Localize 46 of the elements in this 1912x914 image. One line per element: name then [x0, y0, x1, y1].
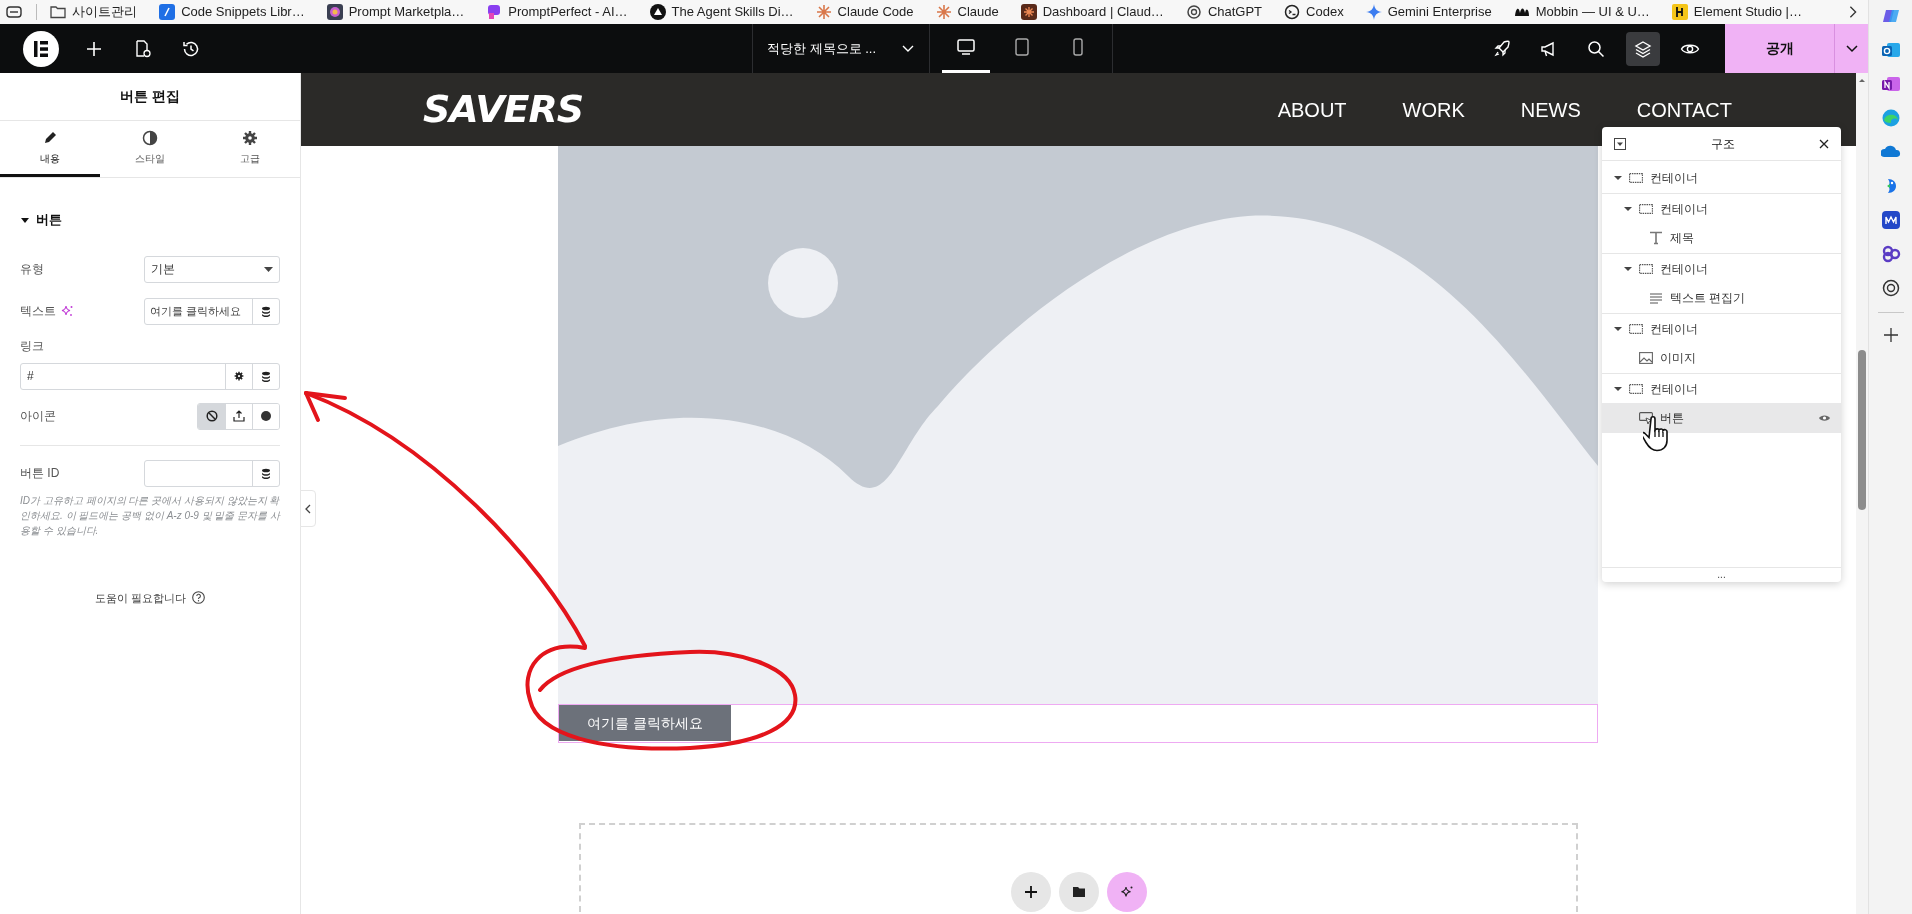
- structure-item[interactable]: 컨테이너: [1602, 253, 1841, 283]
- bookmark[interactable]: Claude: [935, 2, 999, 22]
- bookmark[interactable]: Codex: [1284, 2, 1344, 22]
- panel-tab[interactable]: 스타일: [100, 121, 200, 177]
- field-label: 텍스트: [20, 303, 56, 320]
- nav-link[interactable]: NEWS: [1520, 94, 1581, 125]
- panel-title: 버튼 편집: [0, 73, 300, 121]
- publish-button[interactable]: 공개: [1725, 24, 1834, 73]
- text-input-field[interactable]: 여기를 클릭하세요: [144, 297, 280, 325]
- section-header[interactable]: 버튼: [20, 210, 280, 230]
- more-handle[interactable]: ...: [1602, 567, 1841, 582]
- nav-link[interactable]: CONTACT: [1636, 94, 1732, 125]
- structure-item[interactable]: 제목: [1602, 223, 1841, 253]
- nav-link[interactable]: ABOUT: [1277, 94, 1347, 125]
- bookmark[interactable]: Claude Code: [815, 2, 914, 22]
- bookmark[interactable]: Gemini Enterprise: [1365, 2, 1492, 22]
- nav-link[interactable]: WORK: [1402, 94, 1465, 125]
- field-label: 아이콘: [20, 408, 56, 425]
- bookmark[interactable]: Prompt Marketpla…: [326, 2, 465, 22]
- help-text: ID가 고유하고 페이지의 다른 곳에서 사용되지 않았는지 확인하세요. 이 필드에는 공백 없이 A-z 0-9 및 밑줄 문자를 사용할 수 있습니다.: [20, 493, 280, 538]
- structure-item[interactable]: 컨테이너: [1602, 193, 1841, 223]
- field-label: 유형: [20, 261, 44, 278]
- structure-item[interactable]: 이미지: [1602, 343, 1841, 373]
- field-label: 링크: [20, 337, 44, 355]
- bookmark[interactable]: The Agent Skills Di…: [649, 2, 794, 22]
- bookmark[interactable]: Element Studio |…: [1671, 2, 1802, 22]
- panel-tab[interactable]: 내용: [0, 121, 100, 177]
- structure-item[interactable]: 텍스트 편집기: [1602, 283, 1841, 313]
- help-link[interactable]: 도움이 필요합니다: [94, 589, 206, 606]
- bookmark[interactable]: Code Snippets Libr…: [159, 2, 305, 22]
- structure-item[interactable]: 컨테이너: [1602, 313, 1841, 343]
- structure-item[interactable]: 컨테이너: [1602, 163, 1841, 193]
- type-select[interactable]: 기본: [144, 255, 280, 283]
- bookmark[interactable]: Dashboard | Claud…: [1020, 2, 1164, 22]
- panel-tab[interactable]: 고급: [200, 121, 300, 177]
- bookmark[interactable]: Mobbin — UI & U…: [1513, 2, 1650, 22]
- bookmark[interactable]: PromptPerfect - AI…: [486, 2, 628, 22]
- link-input-field[interactable]: #: [20, 362, 280, 390]
- bookmark[interactable]: 사이트관리: [50, 2, 138, 22]
- site-logo[interactable]: SAVERS: [423, 81, 584, 138]
- structure-item[interactable]: 버튼: [1602, 403, 1841, 433]
- panel-title: 구조: [1710, 135, 1735, 153]
- field-label: 버튼 ID: [20, 465, 60, 482]
- selected-container-outline[interactable]: 여기를 클릭하세요: [558, 704, 1598, 743]
- bookmark[interactable]: ChatGPT: [1185, 2, 1263, 22]
- cta-button[interactable]: 여기를 클릭하세요: [559, 705, 731, 741]
